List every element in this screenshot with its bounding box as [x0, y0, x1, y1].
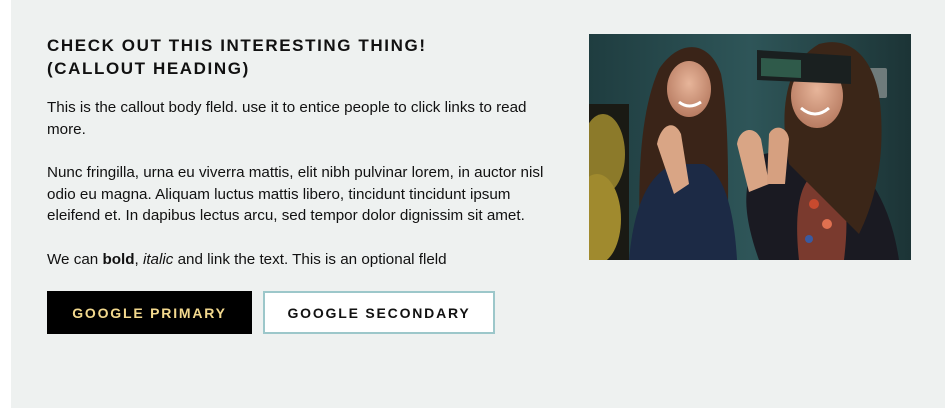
- photo-illustration: [589, 34, 911, 260]
- rich-text-italic: italic: [142, 250, 174, 268]
- callout-photo: [589, 34, 911, 260]
- callout-rich-text: We can bold, italic and link the text. T…: [47, 249, 567, 271]
- callout-section: CHECK OUT THIS INTERESTING THING! (CALLO…: [11, 0, 945, 408]
- callout-content: CHECK OUT THIS INTERESTING THING! (CALLO…: [47, 34, 567, 292]
- rich-text-separator: ,: [134, 250, 143, 268]
- callout-buttons: GOOGLE PRIMARY GOOGLE SECONDARY: [47, 291, 495, 334]
- rich-text-suffix: and link the text. This is an optional f…: [173, 250, 447, 268]
- callout-heading: CHECK OUT THIS INTERESTING THING! (CALLO…: [47, 34, 567, 80]
- callout-body-paragraph: Nunc fringilla, urna eu viverra mattis, …: [47, 164, 544, 224]
- google-primary-button[interactable]: GOOGLE PRIMARY: [47, 291, 252, 334]
- callout-heading-line1: CHECK OUT THIS INTERESTING THING!: [47, 36, 427, 55]
- rich-text-prefix: We can: [47, 250, 103, 268]
- rich-text-bold: bold: [102, 250, 135, 268]
- callout-body-intro: This is the callout body fleld. use it t…: [47, 99, 527, 138]
- callout-heading-line2: (CALLOUT HEADING): [47, 59, 250, 78]
- google-secondary-button[interactable]: GOOGLE SECONDARY: [263, 291, 495, 334]
